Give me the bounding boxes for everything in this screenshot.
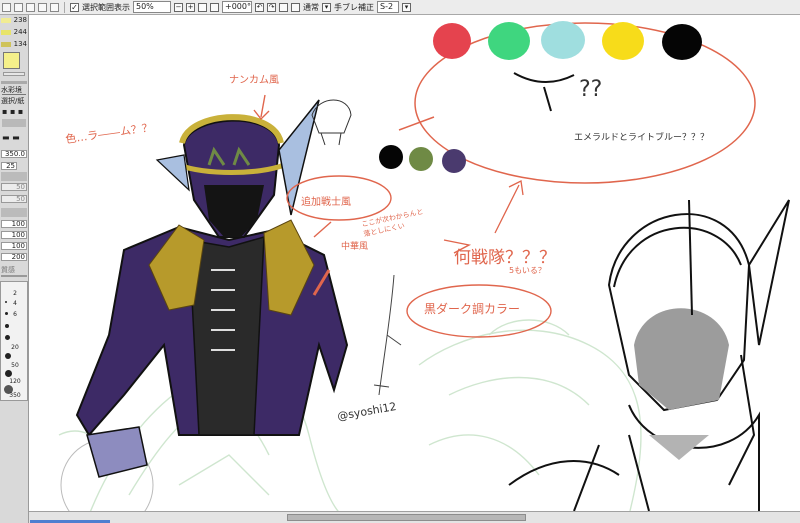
tool-panel: 238 244 134 水彩境 選択/紙 ▪ ▪ ▪ ▬ ▬ 350.0 25 … xyxy=(0,15,29,523)
toolbar-divider xyxy=(64,1,65,13)
costume-swatch-olive xyxy=(409,147,433,171)
param-field-5[interactable]: 100 xyxy=(1,242,27,250)
toolbar-button-5[interactable] xyxy=(50,2,59,12)
toolbar-button-3[interactable] xyxy=(26,2,35,12)
selection-display-label: 選択範囲表示 xyxy=(82,2,130,12)
toolbar-button-2[interactable] xyxy=(14,2,23,12)
texture-label: 質感 xyxy=(1,266,15,274)
rotate-left-button[interactable]: ↶ xyxy=(255,2,264,12)
drawing-canvas[interactable]: ナンカム風 色…ラ――ム？？ ?? エメラルドとライトブルー？？？ 追加戦士風 … xyxy=(29,15,800,511)
color-slider-bar-2 xyxy=(1,30,11,35)
top-toolbar: ✓ 選択範囲表示 50% − + +000° ↶ ↷ 通常 ▾ 手ブレ補正 S-… xyxy=(0,0,800,15)
note-warrior: 追加戦士風 xyxy=(301,197,351,208)
brush-size-label: 6 xyxy=(13,311,17,318)
color-value-1: 238 xyxy=(13,16,27,24)
rotation-input[interactable]: +000° xyxy=(222,1,252,13)
color-slider-1[interactable]: 238 xyxy=(0,16,28,24)
sketch-artwork xyxy=(58,22,790,511)
palette-swatch-black xyxy=(662,24,702,60)
scrollbar-thumb[interactable] xyxy=(287,514,526,521)
stabilizer-label: 手ブレ補正 xyxy=(334,2,374,12)
zoom-in-button[interactable]: + xyxy=(186,2,195,12)
zoom-select[interactable]: 50% xyxy=(133,1,171,13)
stabilizer-select[interactable]: S-2 xyxy=(377,1,399,13)
zoom-reset-button[interactable] xyxy=(210,2,219,12)
palette-swatch-yellow xyxy=(602,22,644,60)
toolbar-button-4[interactable] xyxy=(38,2,47,12)
rotate-reset-button[interactable] xyxy=(279,2,288,12)
flip-horizontal-button[interactable] xyxy=(291,2,300,12)
palette-swatch-light-blue xyxy=(541,21,585,59)
color-slider-bar-1 xyxy=(1,18,11,23)
brush-tip-icons[interactable]: ▬ ▬ xyxy=(2,133,26,142)
brush-shape-icons[interactable]: ▪ ▪ ▪ xyxy=(2,107,26,117)
stabilizer-dropdown-icon[interactable]: ▾ xyxy=(402,2,411,12)
brush-size-label: 20 xyxy=(11,344,19,351)
param-field-4[interactable]: 100 xyxy=(1,231,27,239)
brush-size-presets: 2 4 6 20 50 120 350 xyxy=(0,281,28,401)
brush-size-dot[interactable] xyxy=(5,324,9,328)
brush-size-dot[interactable] xyxy=(5,335,10,340)
param-field-1[interactable]: 50 xyxy=(1,183,27,191)
brush-size-label: 4 xyxy=(13,300,17,307)
color-value-3: 134 xyxy=(13,40,27,48)
zoom-fit-button[interactable] xyxy=(198,2,207,12)
note-chinese: 中華風 xyxy=(341,242,369,252)
horizontal-scrollbar[interactable] xyxy=(29,511,800,523)
color-slider-bar-3 xyxy=(1,42,11,47)
brush-shape-bar xyxy=(2,119,26,127)
note-dark: 黒ダーク調カラー xyxy=(424,302,521,316)
panel-divider-2 xyxy=(1,172,27,181)
brush-size-label: 120 xyxy=(9,378,21,385)
note-five: 5もいる？ xyxy=(509,266,546,275)
param-field-6[interactable]: 200 xyxy=(1,253,27,261)
panel-line xyxy=(2,94,26,95)
brush-size-label: 350 xyxy=(9,392,21,399)
figure-left xyxy=(75,99,349,478)
blend-mode-select[interactable]: 通常 xyxy=(303,2,319,13)
main-color-swatch[interactable] xyxy=(3,52,20,69)
brush-size-dot[interactable] xyxy=(5,370,12,377)
panel-divider-1 xyxy=(1,81,27,84)
brush-size-label: 50 xyxy=(11,362,19,369)
note-question-marks: ?? xyxy=(579,77,603,102)
panel-divider-3 xyxy=(1,208,27,217)
color-slider-2[interactable]: 244 xyxy=(0,28,28,36)
color-value-2: 244 xyxy=(13,28,27,36)
param-field-3[interactable]: 100 xyxy=(1,220,27,228)
brush-density-field[interactable]: 25 xyxy=(1,162,17,170)
costume-swatch-purple xyxy=(442,149,466,173)
palette-swatch-red xyxy=(433,23,471,59)
brush-size-dot[interactable] xyxy=(5,353,11,359)
toolbar-button-1[interactable] xyxy=(2,2,11,12)
note-emerald: エメラルドとライトブルー？？？ xyxy=(574,133,710,143)
rotate-right-button[interactable]: ↷ xyxy=(267,2,276,12)
costume-swatch-black xyxy=(379,145,403,169)
note-ninja: ナンカム風 xyxy=(229,75,279,86)
panel-divider-4 xyxy=(1,275,27,277)
color-slider-3[interactable]: 134 xyxy=(0,40,28,48)
brush-size-label: 2 xyxy=(13,290,17,297)
zoom-out-button[interactable]: − xyxy=(174,2,183,12)
color-strip[interactable] xyxy=(3,72,25,76)
selection-paper-label: 選択/紙 xyxy=(1,97,25,105)
blend-mode-dropdown-icon[interactable]: ▾ xyxy=(322,2,331,12)
brush-size-field[interactable]: 350.0 xyxy=(1,150,27,158)
palette-swatch-green xyxy=(488,22,530,60)
selection-display-checkbox[interactable]: ✓ xyxy=(70,2,79,12)
param-field-2[interactable]: 50 xyxy=(1,195,27,203)
